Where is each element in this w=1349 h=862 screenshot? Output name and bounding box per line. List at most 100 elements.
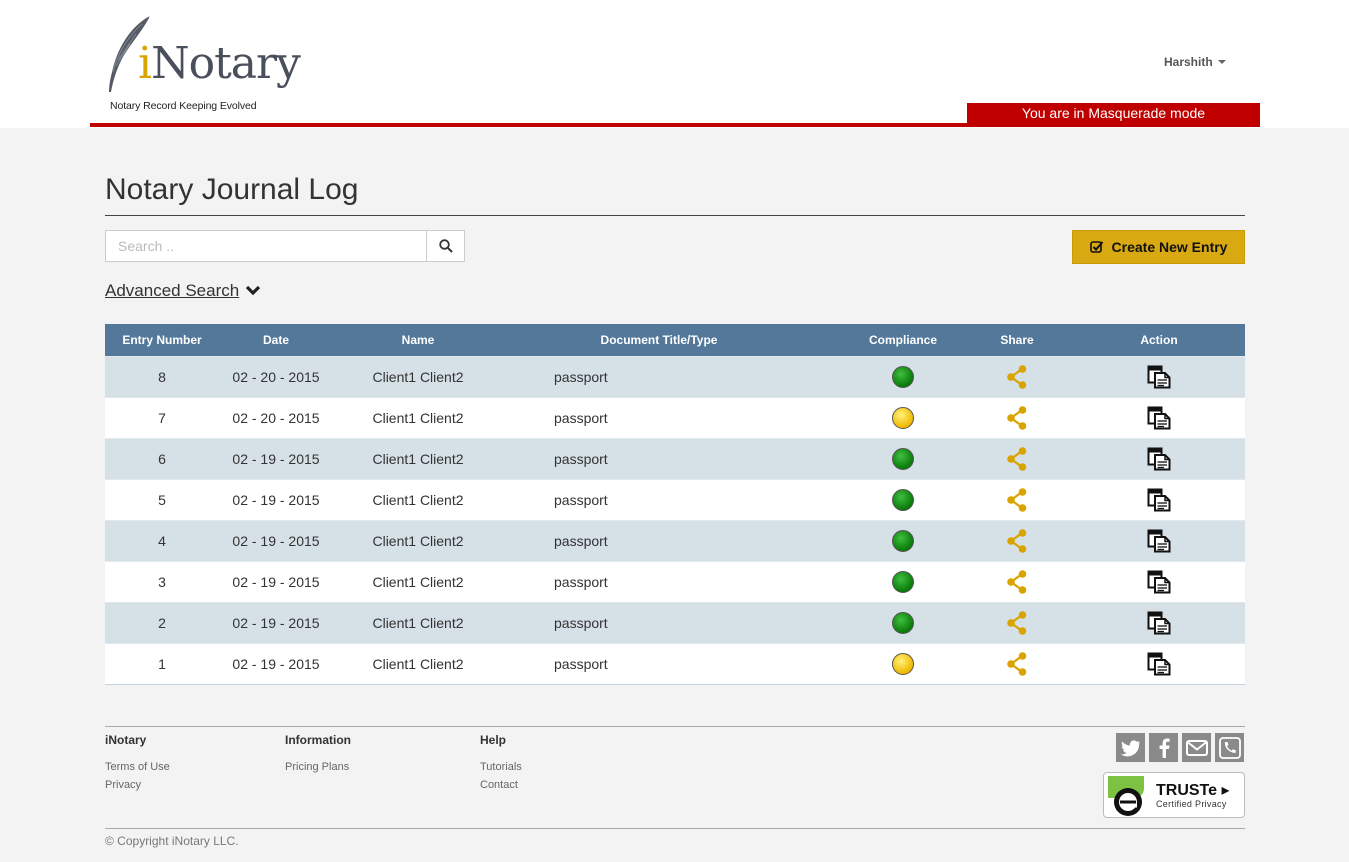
document-copy-icon [1147,529,1171,553]
view-document-button[interactable] [1147,406,1171,430]
footer-link-privacy[interactable]: Privacy [105,779,170,791]
entry-number: 5 [158,492,166,508]
action-cell [1105,398,1213,438]
entry-number: 3 [158,574,166,590]
copyright-text: © Copyright iNotary LLC. [105,834,239,848]
entry-date: 02 - 19 - 2015 [232,533,320,549]
compliance-status-icon [892,366,914,388]
compliance-cell [846,398,960,438]
create-new-entry-button[interactable]: Create New Entry [1072,230,1245,264]
document-copy-icon [1147,406,1171,430]
footer-link-contact[interactable]: Contact [480,779,522,791]
phone-button[interactable] [1215,733,1244,762]
entry-name: Client1 Client2 [372,369,464,385]
entry-document: passport [554,574,608,590]
footer-link-terms[interactable]: Terms of Use [105,761,170,773]
social-links [1116,733,1244,762]
title-divider [105,215,1245,216]
entry-number: 6 [158,451,166,467]
entry-document: passport [554,369,608,385]
share-cell [960,439,1074,479]
truste-subtitle: Certified Privacy [1156,799,1227,809]
table-row: 6 02 - 19 - 2015 Client1 Client2 passpor… [105,438,1245,479]
action-cell [1105,357,1213,397]
search-button[interactable] [426,230,465,262]
view-document-button[interactable] [1147,365,1171,389]
entry-name: Client1 Client2 [372,574,464,590]
email-button[interactable] [1182,733,1211,762]
share-cell [960,521,1074,561]
user-menu[interactable]: Harshith [1164,55,1226,69]
checkbox-check-icon [1089,241,1103,253]
entry-document: passport [554,615,608,631]
view-document-button[interactable] [1147,529,1171,553]
compliance-status-icon [892,489,914,511]
col-header-date: Date [262,333,289,347]
action-cell [1105,480,1213,520]
user-name: Harshith [1164,55,1213,69]
share-button[interactable] [1006,406,1028,430]
share-cell [960,603,1074,643]
entry-document: passport [554,410,608,426]
logo-tagline: Notary Record Keeping Evolved [110,100,257,112]
share-button[interactable] [1006,488,1028,512]
footer-link-tutorials[interactable]: Tutorials [480,761,522,773]
footer-col-help: Help Tutorials Contact [480,733,522,797]
compliance-status-icon [892,653,914,675]
view-document-button[interactable] [1147,652,1171,676]
entry-name: Client1 Client2 [372,492,464,508]
share-cell [960,480,1074,520]
col-header-name: Name [401,333,435,347]
entry-date: 02 - 19 - 2015 [232,615,320,631]
footer-divider-bottom [105,828,1245,829]
share-icon [1007,406,1027,430]
footer-heading-help: Help [480,733,507,747]
view-document-button[interactable] [1147,570,1171,594]
footer-divider [105,726,1245,727]
share-icon [1007,611,1027,635]
table-body: 8 02 - 20 - 2015 Client1 Client2 passpor… [105,356,1245,684]
share-icon [1007,365,1027,389]
share-cell [960,644,1074,684]
compliance-status-icon [892,530,914,552]
view-document-button[interactable] [1147,488,1171,512]
search-input[interactable] [105,230,426,262]
entry-document: passport [554,533,608,549]
compliance-status-icon [892,448,914,470]
table-row: 8 02 - 20 - 2015 Client1 Client2 passpor… [105,356,1245,397]
share-button[interactable] [1006,570,1028,594]
facebook-button[interactable] [1149,733,1178,762]
chevron-down-icon [246,285,261,296]
share-button[interactable] [1006,611,1028,635]
table-row: 1 02 - 19 - 2015 Client1 Client2 passpor… [105,643,1245,684]
share-button[interactable] [1006,447,1028,471]
compliance-cell [846,521,960,561]
advanced-search-label: Advanced Search [105,281,240,300]
entry-date: 02 - 20 - 2015 [232,410,320,426]
table-row: 2 02 - 19 - 2015 Client1 Client2 passpor… [105,602,1245,643]
entry-number: 7 [158,410,166,426]
document-copy-icon [1147,652,1171,676]
view-document-button[interactable] [1147,611,1171,635]
inotary-logo[interactable]: iNotary Notary Record Keeping Evolved [104,14,301,116]
view-document-button[interactable] [1147,447,1171,471]
twitter-button[interactable] [1116,733,1145,762]
advanced-search-toggle[interactable]: Advanced Search [105,281,261,301]
footer-link-pricing[interactable]: Pricing Plans [285,761,351,773]
search-bar [105,230,465,262]
col-header-document: Document Title/Type [600,333,718,347]
document-copy-icon [1147,570,1171,594]
col-header-entry-number: Entry Number [122,333,202,347]
truste-seal[interactable]: TRUSTe ▸ Certified Privacy [1103,772,1245,818]
header-divider [90,123,1260,127]
share-button[interactable] [1006,529,1028,553]
action-cell [1105,603,1213,643]
compliance-cell [846,603,960,643]
action-cell [1105,521,1213,561]
caret-down-icon [1217,60,1226,64]
share-button[interactable] [1006,652,1028,676]
entry-name: Client1 Client2 [372,656,464,672]
share-button[interactable] [1006,365,1028,389]
create-new-entry-label: Create New Entry [1111,239,1228,255]
col-header-compliance: Compliance [868,333,937,347]
